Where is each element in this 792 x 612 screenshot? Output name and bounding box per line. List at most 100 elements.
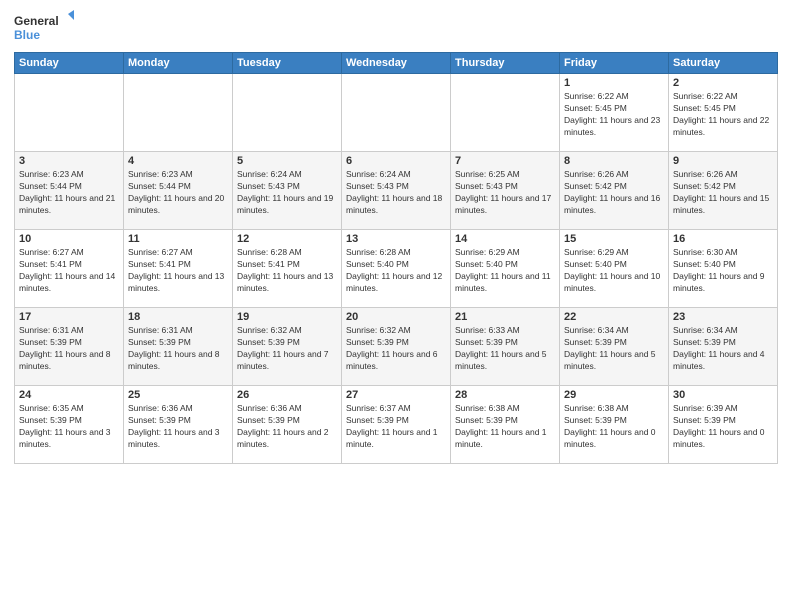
- day-info: Sunrise: 6:24 AM Sunset: 5:43 PM Dayligh…: [346, 169, 446, 217]
- calendar-cell: [342, 74, 451, 152]
- day-number: 14: [455, 233, 555, 245]
- weekday-header-friday: Friday: [560, 53, 669, 74]
- calendar-cell: 30 Sunrise: 6:39 AM Sunset: 5:39 PM Dayli…: [669, 386, 778, 464]
- day-number: 21: [455, 311, 555, 323]
- calendar-cell: 2Sunrise: 6:22 AM Sunset: 5:45 PM Daylig…: [669, 74, 778, 152]
- day-info: Sunrise: 6:33 AM Sunset: 5:39 PM Dayligh…: [455, 325, 555, 373]
- day-number: 30: [673, 389, 773, 401]
- day-number: 11: [128, 233, 228, 245]
- page: General Blue SundayMondayTuesdayWednesda…: [0, 0, 792, 612]
- day-number: 12: [237, 233, 337, 245]
- day-number: 4: [128, 155, 228, 167]
- weekday-header-tuesday: Tuesday: [233, 53, 342, 74]
- week-row-2: 3Sunrise: 6:23 AM Sunset: 5:44 PM Daylig…: [15, 152, 778, 230]
- day-number: 1: [564, 77, 664, 89]
- calendar-cell: 3Sunrise: 6:23 AM Sunset: 5:44 PM Daylig…: [15, 152, 124, 230]
- calendar-cell: 23 Sunrise: 6:34 AM Sunset: 5:39 PM Dayli…: [669, 308, 778, 386]
- calendar-cell: 18 Sunrise: 6:31 AM Sunset: 5:39 PM Dayli…: [124, 308, 233, 386]
- day-info: Sunrise: 6:32 AM Sunset: 5:39 PM Dayligh…: [346, 325, 446, 373]
- day-info: Sunrise: 6:26 AM Sunset: 5:42 PM Dayligh…: [564, 169, 664, 217]
- day-info: Sunrise: 6:29 AM Sunset: 5:40 PM Dayligh…: [455, 247, 555, 295]
- day-number: 16: [673, 233, 773, 245]
- week-row-5: 24 Sunrise: 6:35 AM Sunset: 5:39 PM Dayli…: [15, 386, 778, 464]
- day-number: 26: [237, 389, 337, 401]
- day-number: 24: [19, 389, 119, 401]
- day-info: Sunrise: 6:30 AM Sunset: 5:40 PM Dayligh…: [673, 247, 773, 295]
- weekday-header-sunday: Sunday: [15, 53, 124, 74]
- day-number: 29: [564, 389, 664, 401]
- day-number: 15: [564, 233, 664, 245]
- day-info: Sunrise: 6:23 AM Sunset: 5:44 PM Dayligh…: [128, 169, 228, 217]
- day-info: Sunrise: 6:23 AM Sunset: 5:44 PM Dayligh…: [19, 169, 119, 217]
- day-number: 9: [673, 155, 773, 167]
- calendar-body: 1 Sunrise: 6:22 AM Sunset: 5:45 PM Daylig…: [15, 74, 778, 464]
- header: General Blue: [14, 10, 778, 46]
- calendar-table: SundayMondayTuesdayWednesdayThursdayFrid…: [14, 52, 778, 464]
- calendar-cell: 16 Sunrise: 6:30 AM Sunset: 5:40 PM Dayli…: [669, 230, 778, 308]
- day-number: 10: [19, 233, 119, 245]
- weekday-header-monday: Monday: [124, 53, 233, 74]
- day-number: 27: [346, 389, 446, 401]
- calendar-cell: 14 Sunrise: 6:29 AM Sunset: 5:40 PM Dayli…: [451, 230, 560, 308]
- calendar-cell: [124, 74, 233, 152]
- calendar-cell: 6 Sunrise: 6:24 AM Sunset: 5:43 PM Daylig…: [342, 152, 451, 230]
- calendar-cell: 28 Sunrise: 6:38 AM Sunset: 5:39 PM Dayli…: [451, 386, 560, 464]
- day-info: Sunrise: 6:32 AM Sunset: 5:39 PM Dayligh…: [237, 325, 337, 373]
- day-info: Sunrise: 6:34 AM Sunset: 5:39 PM Dayligh…: [673, 325, 773, 373]
- day-info: Sunrise: 6:31 AM Sunset: 5:39 PM Dayligh…: [128, 325, 228, 373]
- day-number: 5: [237, 155, 337, 167]
- day-number: 20: [346, 311, 446, 323]
- calendar-cell: 17Sunrise: 6:31 AM Sunset: 5:39 PM Dayli…: [15, 308, 124, 386]
- day-number: 25: [128, 389, 228, 401]
- calendar-cell: 25 Sunrise: 6:36 AM Sunset: 5:39 PM Dayli…: [124, 386, 233, 464]
- day-number: 13: [346, 233, 446, 245]
- calendar-cell: 27Sunrise: 6:37 AM Sunset: 5:39 PM Dayli…: [342, 386, 451, 464]
- calendar-cell: [451, 74, 560, 152]
- calendar-cell: [15, 74, 124, 152]
- day-number: 23: [673, 311, 773, 323]
- calendar-cell: [233, 74, 342, 152]
- day-info: Sunrise: 6:27 AM Sunset: 5:41 PM Dayligh…: [19, 247, 119, 295]
- day-info: Sunrise: 6:25 AM Sunset: 5:43 PM Dayligh…: [455, 169, 555, 217]
- calendar-cell: 1 Sunrise: 6:22 AM Sunset: 5:45 PM Daylig…: [560, 74, 669, 152]
- calendar-cell: 8 Sunrise: 6:26 AM Sunset: 5:42 PM Daylig…: [560, 152, 669, 230]
- calendar-header: SundayMondayTuesdayWednesdayThursdayFrid…: [15, 53, 778, 74]
- day-number: 28: [455, 389, 555, 401]
- day-info: Sunrise: 6:35 AM Sunset: 5:39 PM Dayligh…: [19, 403, 119, 451]
- week-row-1: 1 Sunrise: 6:22 AM Sunset: 5:45 PM Daylig…: [15, 74, 778, 152]
- day-number: 2: [673, 77, 773, 89]
- calendar-cell: 7 Sunrise: 6:25 AM Sunset: 5:43 PM Daylig…: [451, 152, 560, 230]
- day-info: Sunrise: 6:36 AM Sunset: 5:39 PM Dayligh…: [237, 403, 337, 451]
- calendar-cell: 12 Sunrise: 6:28 AM Sunset: 5:41 PM Dayli…: [233, 230, 342, 308]
- day-info: Sunrise: 6:26 AM Sunset: 5:42 PM Dayligh…: [673, 169, 773, 217]
- logo: General Blue: [14, 10, 74, 46]
- day-number: 7: [455, 155, 555, 167]
- calendar-cell: 9 Sunrise: 6:26 AM Sunset: 5:42 PM Daylig…: [669, 152, 778, 230]
- day-info: Sunrise: 6:22 AM Sunset: 5:45 PM Dayligh…: [564, 91, 664, 139]
- day-info: Sunrise: 6:34 AM Sunset: 5:39 PM Dayligh…: [564, 325, 664, 373]
- day-info: Sunrise: 6:29 AM Sunset: 5:40 PM Dayligh…: [564, 247, 664, 295]
- calendar-cell: 4 Sunrise: 6:23 AM Sunset: 5:44 PM Daylig…: [124, 152, 233, 230]
- calendar-cell: 24 Sunrise: 6:35 AM Sunset: 5:39 PM Dayli…: [15, 386, 124, 464]
- day-info: Sunrise: 6:38 AM Sunset: 5:39 PM Dayligh…: [564, 403, 664, 451]
- calendar-cell: 11Sunrise: 6:27 AM Sunset: 5:41 PM Dayli…: [124, 230, 233, 308]
- day-info: Sunrise: 6:31 AM Sunset: 5:39 PM Dayligh…: [19, 325, 119, 373]
- weekday-header-thursday: Thursday: [451, 53, 560, 74]
- day-info: Sunrise: 6:28 AM Sunset: 5:41 PM Dayligh…: [237, 247, 337, 295]
- day-info: Sunrise: 6:36 AM Sunset: 5:39 PM Dayligh…: [128, 403, 228, 451]
- day-number: 22: [564, 311, 664, 323]
- svg-text:Blue: Blue: [14, 28, 40, 42]
- day-info: Sunrise: 6:24 AM Sunset: 5:43 PM Dayligh…: [237, 169, 337, 217]
- calendar-cell: 10 Sunrise: 6:27 AM Sunset: 5:41 PM Dayli…: [15, 230, 124, 308]
- day-number: 18: [128, 311, 228, 323]
- calendar-cell: 15 Sunrise: 6:29 AM Sunset: 5:40 PM Dayli…: [560, 230, 669, 308]
- day-number: 6: [346, 155, 446, 167]
- weekday-header-row: SundayMondayTuesdayWednesdayThursdayFrid…: [15, 53, 778, 74]
- day-info: Sunrise: 6:38 AM Sunset: 5:39 PM Dayligh…: [455, 403, 555, 451]
- calendar-cell: 22 Sunrise: 6:34 AM Sunset: 5:39 PM Dayli…: [560, 308, 669, 386]
- day-number: 8: [564, 155, 664, 167]
- calendar-cell: 26 Sunrise: 6:36 AM Sunset: 5:39 PM Dayli…: [233, 386, 342, 464]
- calendar-cell: 20 Sunrise: 6:32 AM Sunset: 5:39 PM Dayli…: [342, 308, 451, 386]
- calendar-cell: 29 Sunrise: 6:38 AM Sunset: 5:39 PM Dayli…: [560, 386, 669, 464]
- day-info: Sunrise: 6:39 AM Sunset: 5:39 PM Dayligh…: [673, 403, 773, 451]
